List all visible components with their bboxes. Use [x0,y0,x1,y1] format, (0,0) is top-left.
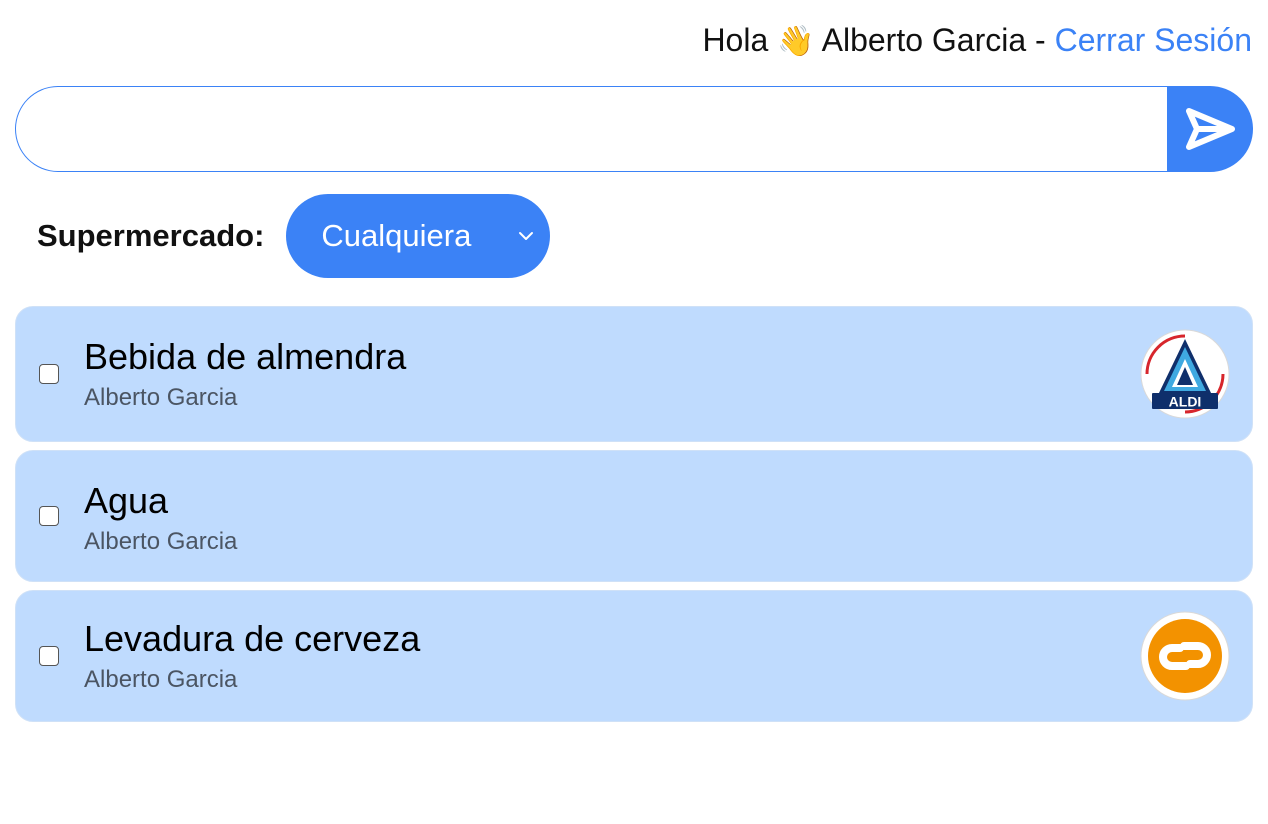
aldi-logo-icon: ALDI [1140,329,1230,419]
supermarket-select[interactable]: Cualquiera [286,194,551,278]
shopping-list: Bebida de almendra Alberto Garcia ALDI A… [15,306,1253,730]
logout-link[interactable]: Cerrar Sesión [1055,22,1252,58]
greeting-text: Hola [702,22,769,58]
item-name: Bebida de almendra [84,336,407,377]
add-item-form [15,86,1253,172]
user-header: Hola 👋 Alberto Garcia - Cerrar Sesión [702,20,1252,62]
item-owner: Alberto Garcia [84,666,238,693]
list-item[interactable]: Bebida de almendra Alberto Garcia ALDI [15,306,1253,442]
item-checkbox[interactable] [39,506,59,526]
filter-label: Supermercado: [37,218,265,253]
waving-hand-icon: 👋 [777,25,815,58]
chevron-down-icon [519,232,534,240]
supermarket-filter: Supermercado: Cualquiera [37,194,551,278]
list-item[interactable]: Levadura de cerveza Alberto Garcia [15,590,1253,722]
item-text: Levadura de cerveza Alberto Garcia [84,619,420,695]
carrefour-logo-icon [1140,611,1230,701]
aldi-logo-text: ALDI [1169,394,1202,410]
send-arrow-icon [1186,108,1235,150]
item-text: Agua Alberto Garcia [84,481,237,557]
item-name: Agua [84,480,169,521]
item-checkbox[interactable] [39,646,59,666]
item-owner: Alberto Garcia [84,384,238,411]
item-owner: Alberto Garcia [84,528,238,555]
send-button[interactable] [1167,86,1253,172]
item-text: Bebida de almendra Alberto Garcia [84,337,406,413]
item-checkbox[interactable] [39,364,59,384]
list-item[interactable]: Agua Alberto Garcia [15,450,1253,582]
supermarket-selected-value: Cualquiera [321,218,472,253]
user-name: Alberto Garcia [821,22,1027,58]
header-separator: - [1035,22,1046,58]
item-name: Levadura de cerveza [84,618,421,659]
item-input[interactable] [15,86,1167,172]
